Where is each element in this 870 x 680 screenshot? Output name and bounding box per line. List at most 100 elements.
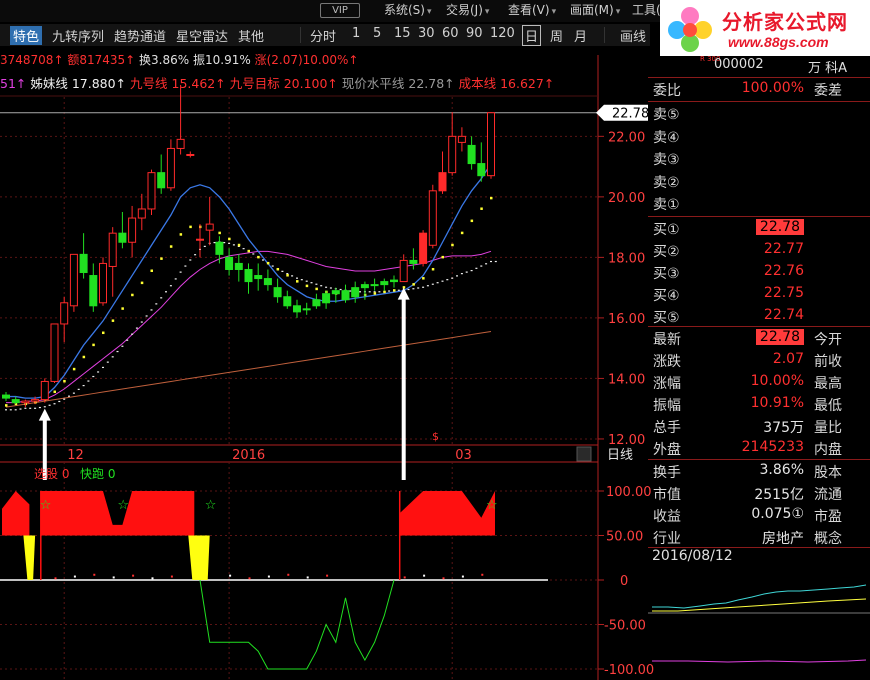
- candle-body: [312, 299, 321, 307]
- sister-line-dot: [451, 277, 454, 279]
- stat-label-right: 市盈: [814, 509, 842, 525]
- nine-line-dot: [383, 290, 386, 294]
- sister-line-dot: [19, 408, 22, 410]
- sister-line-dot: [485, 263, 488, 265]
- stat-row: 换手 3.86% 股本: [648, 460, 870, 483]
- warning-block: [188, 535, 210, 580]
- sister-line-dot: [82, 384, 85, 387]
- nine-line-dot: [179, 233, 183, 236]
- sister-line-dot: [300, 279, 303, 281]
- period-label: 日线: [607, 448, 633, 463]
- bid-row: 买⑤ 22.74: [648, 305, 870, 328]
- sister-line-dot: [155, 303, 158, 305]
- sister-line-dot: [116, 350, 119, 353]
- nine-line-dot: [237, 243, 241, 247]
- ask-label: 卖②: [653, 174, 680, 191]
- sister-line-dot: [213, 242, 216, 244]
- sister-line-dot: [34, 407, 37, 409]
- nine-line-dot: [169, 245, 173, 248]
- bid-price: 22.74: [763, 307, 804, 323]
- sister-line-dot: [203, 245, 206, 247]
- stat-row: 市值 2515亿 流通: [648, 482, 870, 505]
- bid-price: 22.77: [763, 241, 804, 257]
- weibi-label: 委比: [653, 83, 681, 99]
- stat-row: 外盘 2145233 内盘: [648, 437, 870, 460]
- weibi-value: 100.00%: [741, 80, 804, 96]
- indicator-dot: [306, 576, 309, 579]
- signal-block: [2, 491, 30, 536]
- stat-label-right: 股本: [814, 465, 842, 481]
- sister-line-dot: [29, 407, 32, 409]
- nine-line-dot: [276, 267, 280, 271]
- indicator-dot: [151, 577, 154, 580]
- signal-block: [399, 491, 495, 536]
- stat-row: 总手 375万 量比: [648, 415, 870, 438]
- nine-line-dot: [92, 343, 95, 347]
- candle-body: [118, 232, 127, 243]
- candle-body: [380, 281, 389, 286]
- candle-body: [166, 147, 175, 189]
- stat-value: 房地产: [762, 531, 804, 547]
- sister-line-dot: [281, 270, 284, 272]
- candle-body: [399, 259, 408, 283]
- bid-price: 22.75: [763, 285, 804, 301]
- sister-line-dot: [291, 275, 294, 277]
- sister-line-dot: [412, 288, 415, 290]
- nine-line-dot: [5, 404, 8, 407]
- sister-line-dot: [465, 271, 468, 273]
- indicator-legend-select: 选股 0: [34, 467, 69, 481]
- stock-name: 万 科A: [808, 61, 848, 76]
- current-price-label: 22.78: [612, 107, 649, 122]
- stat-row: 最新 22.78 今开: [648, 327, 870, 350]
- sister-line-dot: [92, 375, 95, 378]
- stat-row: 振幅 10.91% 最低: [648, 393, 870, 416]
- bid-price: 22.78: [755, 219, 804, 235]
- mini-avg-line: [652, 598, 867, 612]
- sister-line-dot: [63, 398, 66, 400]
- candle-body: [40, 380, 49, 401]
- stat-label-right: 流通: [814, 487, 842, 503]
- candle-body: [331, 290, 340, 295]
- sister-line-dot: [296, 277, 298, 279]
- stat-value: 2.07: [772, 351, 804, 367]
- y-tick-label: 0: [620, 574, 628, 589]
- y-tick-label: 14.00: [608, 372, 645, 387]
- nine-line-dot: [315, 287, 318, 291]
- sister-line-dot: [9, 409, 12, 411]
- indicator-dot: [287, 573, 290, 576]
- stock-code: 000002: [714, 57, 764, 72]
- sister-line-dot: [194, 254, 197, 256]
- nine-line-dot: [121, 307, 124, 310]
- candlestick-series: [2, 84, 495, 408]
- nine-line-dot: [412, 283, 415, 286]
- bid-row: 买① 22.78: [648, 217, 870, 240]
- nine-line-dot: [247, 249, 250, 253]
- indicator-dot: [93, 573, 96, 576]
- star-icon: ☆: [486, 498, 498, 513]
- bid-label: 买③: [653, 266, 680, 282]
- nine-line-dot: [441, 255, 444, 259]
- indicator-dot: [461, 575, 464, 578]
- ask-label: 卖①: [653, 197, 680, 213]
- candle-body: [322, 293, 331, 304]
- stat-label-right: 内盘: [814, 442, 842, 458]
- sister-line-dot: [38, 406, 41, 409]
- nine-line-dot: [131, 293, 134, 297]
- candle-body: [438, 172, 447, 192]
- sister-line-dot: [14, 409, 17, 411]
- candle-body: [244, 268, 253, 283]
- nine-line-dot: [53, 390, 56, 394]
- candle-body: [448, 135, 457, 174]
- stat-label: 外盘: [653, 442, 681, 458]
- stat-label-right: 最高: [814, 376, 842, 392]
- candle-body: [234, 262, 243, 270]
- candle-body: [419, 232, 428, 264]
- nine-line-dot: [305, 284, 309, 288]
- candle-body: [176, 138, 185, 149]
- indicator-dot: [229, 574, 232, 577]
- moving-average-lines: [0, 112, 598, 411]
- bid-price: 22.76: [763, 263, 804, 279]
- candle-body: [50, 323, 59, 382]
- stat-label: 最新: [653, 332, 681, 348]
- nine-line-dot: [140, 281, 144, 285]
